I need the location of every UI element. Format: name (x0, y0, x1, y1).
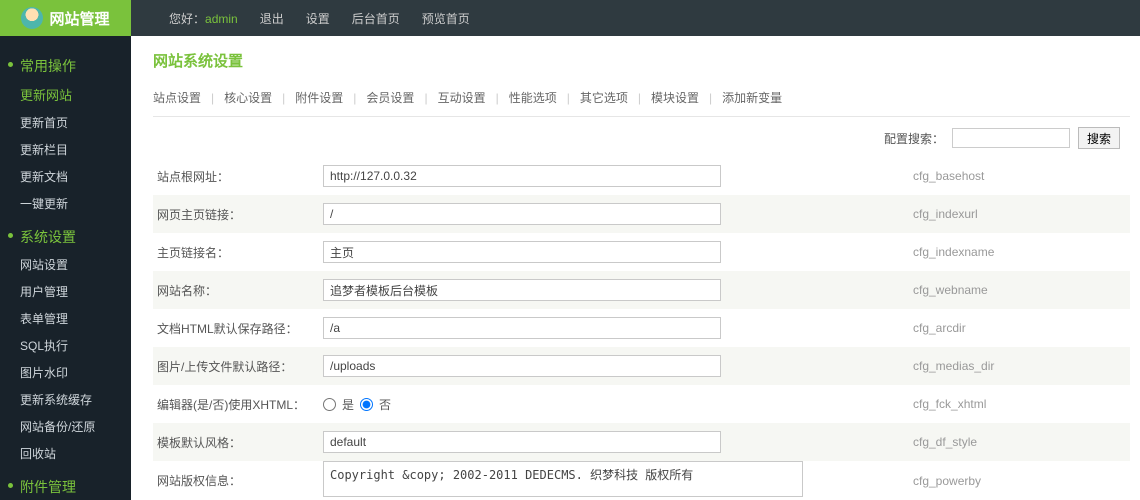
config-control: 是否 (323, 396, 813, 413)
config-input[interactable] (323, 203, 721, 225)
config-row: 模板默认风格： cfg_df_style (153, 423, 1130, 461)
tab-other[interactable]: 其它选项 (580, 89, 628, 106)
sidebar-item[interactable]: SQL执行 (0, 332, 131, 359)
config-input[interactable] (323, 431, 721, 453)
top-bar: 网站管理 您好：admin 退出 设置 后台首页 预览首页 (0, 0, 1140, 36)
brand-text: 网站管理 (49, 8, 109, 29)
tab-member[interactable]: 会员设置 (366, 89, 414, 106)
config-row: 文档HTML默认保存路径： cfg_arcdir (153, 309, 1130, 347)
config-key: cfg_arcdir (813, 321, 966, 335)
config-input[interactable] (323, 317, 721, 339)
config-key: cfg_df_style (813, 435, 977, 449)
config-label: 模板默认风格： (153, 434, 323, 451)
settings-tabs: 站点设置| 核心设置| 附件设置| 会员设置| 互动设置| 性能选项| 其它选项… (153, 83, 1130, 117)
config-input[interactable] (323, 165, 721, 187)
config-row: 站点根网址： cfg_basehost (153, 157, 1130, 195)
config-control (323, 165, 813, 187)
config-key: cfg_powerby (813, 474, 981, 488)
sidebar-item[interactable]: 回收站 (0, 440, 131, 467)
tab-module[interactable]: 模块设置 (651, 89, 699, 106)
tab-attach[interactable]: 附件设置 (295, 89, 343, 106)
config-input[interactable] (323, 241, 721, 263)
config-key: cfg_indexname (813, 245, 994, 259)
config-label: 图片/上传文件默认路径： (153, 358, 323, 375)
page-title: 网站系统设置 (153, 50, 1130, 71)
search-button[interactable]: 搜索 (1078, 127, 1120, 149)
sidebar-group-attachment[interactable]: 附件管理 (0, 473, 131, 500)
config-control (323, 203, 813, 225)
config-control (323, 241, 813, 263)
config-key: cfg_webname (813, 283, 988, 297)
sidebar: 常用操作 更新网站 更新首页 更新栏目 更新文档 一键更新 系统设置 网站设置 … (0, 36, 131, 500)
config-input[interactable] (323, 279, 721, 301)
logout-link[interactable]: 退出 (260, 10, 284, 27)
config-control (323, 461, 813, 500)
config-key: cfg_basehost (813, 169, 984, 183)
hello-text: 您好：admin (169, 10, 238, 27)
config-control (323, 355, 813, 377)
config-key: cfg_indexurl (813, 207, 978, 221)
config-form: 站点根网址： cfg_basehost 网页主页链接： cfg_indexurl 主页链… (153, 157, 1130, 500)
top-links: 您好：admin 退出 设置 后台首页 预览首页 (169, 10, 470, 27)
sidebar-item[interactable]: 表单管理 (0, 305, 131, 332)
config-input[interactable] (323, 355, 721, 377)
sidebar-item[interactable]: 网站设置 (0, 251, 131, 278)
config-key: cfg_medias_dir (813, 359, 994, 373)
tab-site[interactable]: 站点设置 (153, 89, 201, 106)
preview-home-link[interactable]: 预览首页 (422, 10, 470, 27)
radio-yes-label: 是 (342, 396, 354, 413)
avatar-icon (21, 7, 43, 29)
settings-link[interactable]: 设置 (306, 10, 330, 27)
config-label: 文档HTML默认保存路径： (153, 320, 323, 337)
radio-no-label: 否 (379, 396, 391, 413)
tab-interact[interactable]: 互动设置 (438, 89, 486, 106)
config-row: 网页主页链接： cfg_indexurl (153, 195, 1130, 233)
radio-no[interactable] (360, 398, 373, 411)
config-row: 主页链接名： cfg_indexname (153, 233, 1130, 271)
sidebar-item[interactable]: 图片水印 (0, 359, 131, 386)
config-label: 网页主页链接： (153, 206, 323, 223)
sidebar-group-system[interactable]: 系统设置 (0, 223, 131, 251)
brand-logo: 网站管理 (0, 0, 131, 36)
admin-home-link[interactable]: 后台首页 (352, 10, 400, 27)
config-label: 网站版权信息： (153, 472, 323, 489)
main-panel: 网站系统设置 站点设置| 核心设置| 附件设置| 会员设置| 互动设置| 性能选… (131, 36, 1140, 500)
search-input[interactable] (952, 128, 1070, 148)
tab-core[interactable]: 核心设置 (224, 89, 272, 106)
config-row: 网站名称： cfg_webname (153, 271, 1130, 309)
config-label: 站点根网址： (153, 168, 323, 185)
config-row: 图片/上传文件默认路径： cfg_medias_dir (153, 347, 1130, 385)
sidebar-item[interactable]: 一键更新 (0, 190, 131, 217)
sidebar-item-update-site[interactable]: 更新网站 (0, 80, 131, 109)
config-row: 网站版权信息： cfg_powerby (153, 461, 1130, 500)
sidebar-item[interactable]: 更新文档 (0, 163, 131, 190)
config-control (323, 317, 813, 339)
search-label: 配置搜索： (884, 130, 944, 147)
sidebar-item[interactable]: 网站备份/还原 (0, 413, 131, 440)
config-label: 主页链接名： (153, 244, 323, 261)
config-control (323, 279, 813, 301)
sidebar-item[interactable]: 更新栏目 (0, 136, 131, 163)
sidebar-item[interactable]: 更新首页 (0, 109, 131, 136)
config-search-row: 配置搜索： 搜索 (153, 123, 1130, 157)
config-key: cfg_fck_xhtml (813, 397, 986, 411)
config-row: 编辑器(是/否)使用XHTML：是否cfg_fck_xhtml (153, 385, 1130, 423)
config-label: 网站名称： (153, 282, 323, 299)
tab-perf[interactable]: 性能选项 (509, 89, 557, 106)
tab-addvar[interactable]: 添加新变量 (722, 89, 782, 106)
config-label: 编辑器(是/否)使用XHTML： (153, 396, 323, 413)
sidebar-item[interactable]: 更新系统缓存 (0, 386, 131, 413)
config-control (323, 431, 813, 453)
config-textarea[interactable] (323, 461, 803, 497)
radio-yes[interactable] (323, 398, 336, 411)
sidebar-item[interactable]: 用户管理 (0, 278, 131, 305)
sidebar-group-common[interactable]: 常用操作 (0, 52, 131, 80)
